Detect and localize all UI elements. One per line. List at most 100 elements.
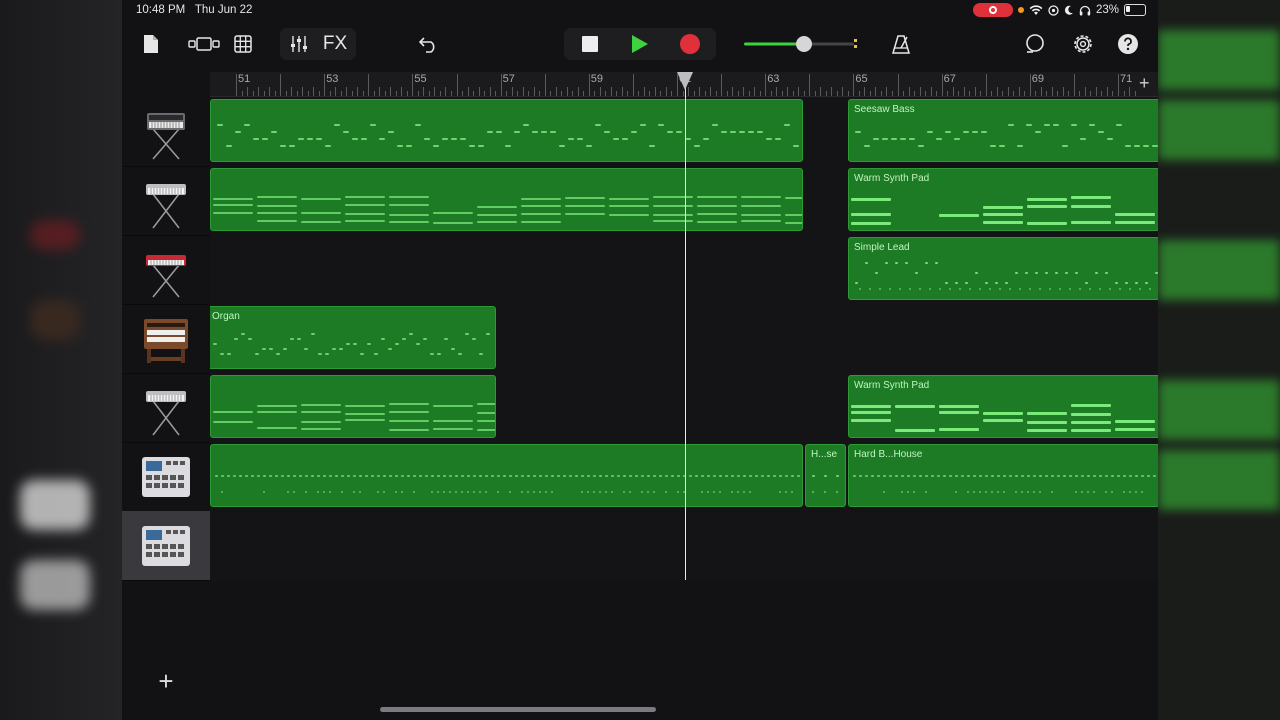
status-bar: 10:48 PM Thu Jun 22 23% (122, 0, 1158, 22)
midi-note (515, 475, 518, 477)
master-volume-slider[interactable] (744, 28, 870, 60)
midi-region[interactable]: Warm Synth Pad (848, 168, 1158, 231)
midi-note (293, 491, 295, 493)
midi-note (431, 475, 434, 477)
midi-note (539, 491, 541, 493)
midi-note (262, 348, 266, 350)
track-header-drums-2[interactable] (122, 511, 210, 581)
track-lane[interactable]: Simple Lead (210, 235, 1158, 305)
screen-recording-icon (972, 3, 1013, 17)
midi-region[interactable] (210, 99, 803, 162)
track-header-keyboard[interactable] (122, 166, 210, 236)
record-button[interactable] (665, 34, 715, 54)
midi-note (889, 288, 891, 290)
loop-browser-button[interactable] (1022, 28, 1048, 60)
midi-note (361, 138, 367, 140)
ruler-tick (274, 91, 276, 96)
ruler-bar-number: 71 (1120, 73, 1133, 85)
stop-button[interactable] (565, 36, 615, 52)
ruler-tick (726, 91, 728, 96)
synth-keyboard-icon (147, 112, 185, 159)
playhead[interactable] (677, 72, 693, 580)
track-lane[interactable]: Seesaw Bass (210, 97, 1158, 167)
add-section-button[interactable]: + (1139, 73, 1150, 94)
live-loops-button[interactable] (230, 28, 256, 60)
ruler-tick (853, 74, 855, 96)
midi-note (257, 427, 297, 429)
add-track-button[interactable]: + (152, 666, 180, 696)
midi-note (599, 491, 601, 493)
midi-note (882, 138, 888, 140)
ruler-tick (1040, 87, 1042, 96)
midi-note (1115, 213, 1155, 216)
track-lane[interactable]: Warm Synth Pad (210, 166, 1158, 236)
track-lane[interactable]: H...se Hard B...House (210, 442, 1158, 512)
midi-note (485, 475, 488, 477)
drummer-region[interactable]: H...se (805, 444, 846, 507)
midi-note (1141, 491, 1143, 493)
settings-button[interactable] (1070, 28, 1096, 60)
midi-note (293, 475, 296, 477)
ruler-tick (1062, 87, 1064, 96)
ruler-tick (445, 87, 447, 96)
midi-note (311, 475, 314, 477)
midi-note (739, 131, 745, 133)
play-button[interactable] (615, 34, 665, 54)
ruler-tick (313, 87, 315, 96)
midi-region[interactable]: Warm Synth Pad (848, 375, 1158, 438)
midi-note (443, 491, 445, 493)
ruler-tick (1095, 87, 1097, 96)
midi-region[interactable] (210, 375, 496, 438)
playhead-handle[interactable] (677, 72, 693, 90)
midi-note (465, 333, 469, 335)
midi-note (761, 475, 764, 477)
midi-note (383, 491, 385, 493)
midi-note (467, 475, 470, 477)
track-header-organ[interactable] (122, 304, 210, 374)
metronome-button[interactable] (888, 28, 914, 60)
midi-region[interactable]: Simple Lead (848, 237, 1158, 300)
region-label: Warm Synth Pad (854, 380, 930, 391)
undo-button[interactable] (416, 28, 442, 60)
midi-note (425, 475, 428, 477)
drummer-region[interactable]: Hard B...House (848, 444, 1158, 507)
tracks-area[interactable]: Seesaw Bass Warm Synth Pad Simple Lead O… (210, 97, 1158, 581)
midi-note (437, 353, 441, 355)
midi-note (1143, 145, 1149, 147)
home-indicator[interactable] (380, 707, 656, 712)
midi-note (973, 491, 975, 493)
ruler-tick (528, 91, 530, 96)
track-lane[interactable]: Warm Synth Pad (210, 373, 1158, 443)
view-toggle-button[interactable] (186, 28, 222, 60)
midi-note (937, 475, 940, 477)
track-header-drums[interactable] (122, 442, 210, 512)
midi-region[interactable] (210, 168, 803, 231)
midi-note (509, 475, 512, 477)
ruler-tick (561, 91, 563, 96)
midi-note (395, 475, 398, 477)
track-header-keyboard-2[interactable] (122, 373, 210, 443)
ruler-tick (649, 91, 651, 96)
ruler-tick (787, 87, 789, 96)
help-button[interactable] (1115, 28, 1141, 60)
midi-note (701, 491, 703, 493)
midi-note (329, 475, 332, 477)
midi-region[interactable]: Seesaw Bass (848, 99, 1158, 162)
track-header-synth[interactable] (122, 97, 210, 167)
midi-note (257, 475, 260, 477)
midi-region[interactable]: Organ (210, 306, 496, 369)
midi-note (955, 282, 958, 284)
track-lane[interactable]: Organ (210, 304, 1158, 374)
mixer-button[interactable] (282, 35, 316, 53)
fx-button[interactable]: FX (316, 33, 354, 55)
ruler-tick (886, 87, 888, 96)
midi-note (713, 475, 716, 477)
midi-note (595, 124, 601, 126)
drummer-region[interactable] (210, 444, 803, 507)
my-songs-button[interactable] (138, 28, 164, 60)
ruler-tick (522, 87, 524, 96)
track-header-lead[interactable] (122, 235, 210, 305)
track-lane[interactable] (210, 511, 1158, 581)
ruler-tick (875, 87, 877, 96)
midi-note (298, 138, 304, 140)
